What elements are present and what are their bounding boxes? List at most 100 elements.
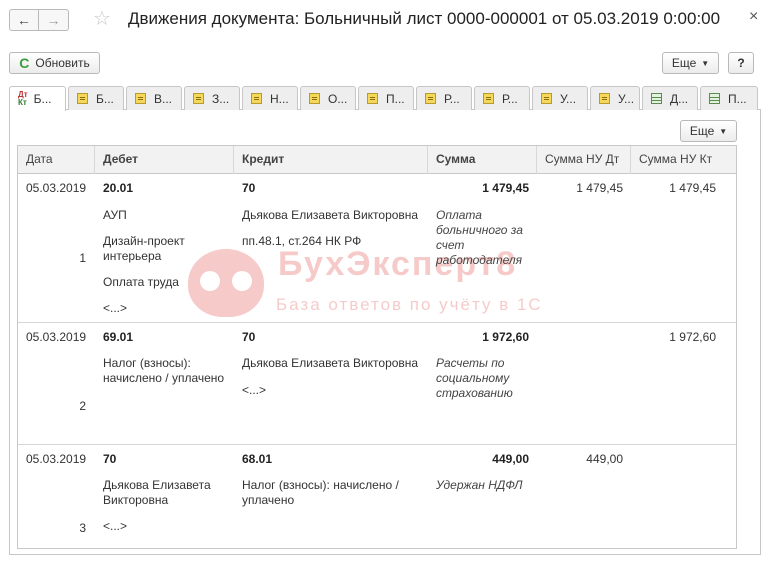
row-sum: 1 972,60: [482, 330, 529, 344]
row-number: 3: [79, 521, 86, 535]
tab-accounting-register[interactable]: Дт Кт Б...: [9, 86, 66, 111]
row-sum-nu-dt: 1 479,45: [576, 181, 623, 195]
row-sum: 449,00: [492, 452, 529, 466]
row-sum-nu-kt: 1 972,60: [669, 330, 716, 344]
register-icon: [193, 93, 204, 104]
tab-label: У...: [560, 91, 577, 106]
debit-subconto: АУП: [103, 208, 127, 222]
row-number: 2: [79, 399, 86, 413]
tab-label: З...: [212, 91, 230, 106]
navigation-buttons: ← →: [9, 9, 69, 31]
register-icon: [367, 93, 378, 104]
credit-account: 68.01: [242, 452, 273, 466]
more-label: Еще: [689, 124, 715, 138]
table-icon: [651, 93, 662, 104]
tab-label: Н...: [270, 91, 289, 106]
more-label: Еще: [671, 56, 697, 70]
forward-button[interactable]: →: [39, 9, 69, 31]
debit-account: 20.01: [103, 181, 134, 195]
register-icon: [251, 93, 262, 104]
arrow-left-icon: ←: [17, 12, 31, 28]
table-row[interactable]: 05.03.2019 3 70 Дьякова Елизавета Виктор…: [18, 445, 736, 548]
column-header-sum-nu-kt[interactable]: Сумма НУ Кт: [631, 146, 736, 174]
tab-label: У...: [618, 91, 635, 106]
credit-subconto: Дьякова Елизавета Викторовна: [242, 356, 419, 370]
debit-account: 70: [103, 452, 117, 466]
credit-subconto: Налог (взносы): начислено / уплачено: [242, 478, 399, 507]
refresh-icon: C: [19, 55, 30, 71]
tab-label: Б...: [33, 92, 52, 106]
row-date: 05.03.2019: [26, 181, 87, 195]
movements-table[interactable]: Дата Дебет Кредит Сумма Сумма НУ Дт Сумм…: [17, 145, 737, 549]
table-row[interactable]: 05.03.2019 2 69.01 Налог (взносы): начис…: [18, 323, 736, 445]
row-content: Оплата больничного за счет работодателя: [436, 208, 523, 267]
credit-subconto: Дьякова Елизавета Викторовна: [242, 208, 419, 222]
credit-more-link[interactable]: <...>: [242, 383, 266, 398]
refresh-label: Обновить: [35, 56, 90, 70]
chevron-down-icon: ▼: [701, 58, 710, 68]
register-icon: [483, 93, 494, 104]
tab-register-10[interactable]: У...: [532, 86, 588, 110]
row-sum-nu-dt: 449,00: [586, 452, 623, 466]
tab-label: П...: [728, 91, 747, 106]
table-more-button[interactable]: Еще ▼: [680, 120, 737, 142]
tab-register-5[interactable]: Н...: [242, 86, 298, 110]
help-label: ?: [737, 56, 745, 70]
debit-subconto: Оплата труда: [103, 275, 179, 289]
table-row[interactable]: 05.03.2019 1 20.01 АУП Дизайн-проект инт…: [18, 174, 736, 323]
register-icon: [309, 93, 320, 104]
column-header-sum-nu-dt[interactable]: Сумма НУ Дт: [537, 146, 631, 174]
register-icon: [135, 93, 146, 104]
register-tabs: Дт Кт Б... Б... В... З... Н... О... П... …: [9, 86, 761, 111]
row-content: Расчеты по социальному страхованию: [436, 356, 513, 400]
back-button[interactable]: ←: [9, 9, 39, 31]
credit-subconto: пп.48.1, ст.264 НК РФ: [242, 234, 362, 248]
favorite-star-icon[interactable]: ☆: [93, 6, 111, 31]
tab-register-3[interactable]: В...: [126, 86, 182, 110]
tab-register-6[interactable]: О...: [300, 86, 356, 110]
tab-table-12[interactable]: Д...: [642, 86, 698, 110]
register-icon: [541, 93, 552, 104]
row-number: 1: [79, 251, 86, 265]
row-date: 05.03.2019: [26, 452, 87, 466]
credit-account: 70: [242, 181, 256, 195]
refresh-button[interactable]: C Обновить: [9, 52, 100, 74]
column-header-debit[interactable]: Дебет: [95, 146, 234, 174]
row-date: 05.03.2019: [26, 330, 87, 344]
debit-subconto: Дьякова Елизавета Викторовна: [103, 478, 211, 507]
tab-register-11[interactable]: У...: [590, 86, 640, 110]
column-header-credit[interactable]: Кредит: [234, 146, 428, 174]
register-icon: [599, 93, 610, 104]
debit-more-link[interactable]: <...>: [103, 519, 127, 534]
tab-label: В...: [154, 91, 173, 106]
tab-label: П...: [386, 91, 405, 106]
column-header-date[interactable]: Дата: [18, 146, 95, 174]
tab-register-4[interactable]: З...: [184, 86, 240, 110]
arrow-right-icon: →: [46, 12, 61, 28]
table-header: Дата Дебет Кредит Сумма Сумма НУ Дт Сумм…: [18, 146, 736, 174]
row-sum: 1 479,45: [482, 181, 529, 195]
tab-table-13[interactable]: П...: [700, 86, 758, 110]
tab-label: Д...: [670, 91, 689, 106]
tab-label: Р...: [502, 91, 518, 106]
debit-more-link[interactable]: <...>: [103, 301, 127, 316]
help-button[interactable]: ?: [728, 52, 754, 74]
table-icon: [709, 93, 720, 104]
more-button[interactable]: Еще ▼: [662, 52, 719, 74]
row-sum-nu-kt: 1 479,45: [669, 181, 716, 195]
tab-register-7[interactable]: П...: [358, 86, 414, 110]
column-header-sum[interactable]: Сумма: [428, 146, 537, 174]
tab-label: Б...: [96, 91, 114, 106]
chevron-down-icon: ▼: [719, 126, 728, 136]
title-bar: ← → ☆ Движения документа: Больничный лис…: [0, 0, 768, 40]
row-content: Удержан НДФЛ: [436, 478, 523, 492]
tab-register-9[interactable]: Р...: [474, 86, 530, 110]
tab-register-2[interactable]: Б...: [68, 86, 124, 110]
tab-register-8[interactable]: Р...: [416, 86, 472, 110]
tab-label: Р...: [444, 91, 460, 106]
close-icon[interactable]: ×: [749, 8, 758, 26]
register-icon: [425, 93, 436, 104]
register-icon: [77, 93, 88, 104]
window-title: Движения документа: Больничный лист 0000…: [128, 9, 721, 28]
debit-subconto: Налог (взносы): начислено / уплачено: [103, 356, 225, 385]
